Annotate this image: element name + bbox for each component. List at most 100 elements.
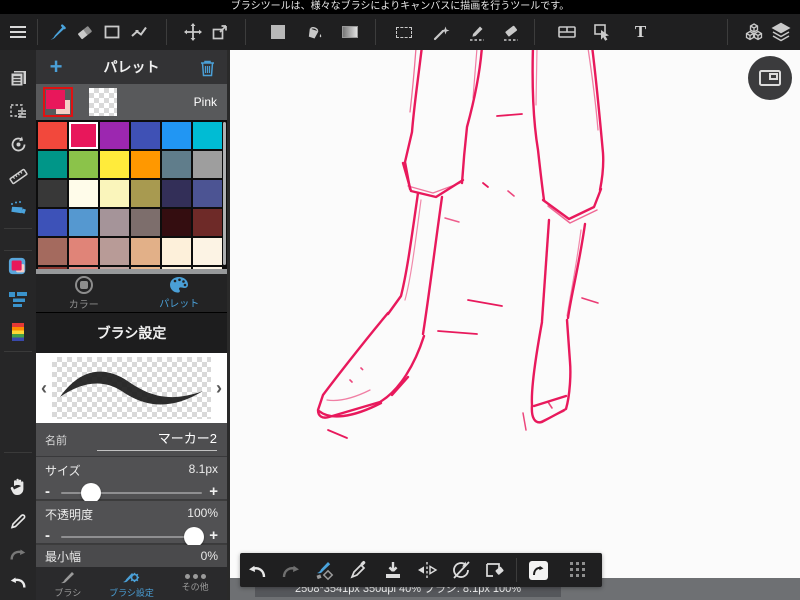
palette-scrollbar[interactable] xyxy=(223,122,226,265)
minwidth-row: 最小幅 0% xyxy=(36,545,227,567)
save-download-icon xyxy=(386,562,400,578)
clear-layer-button[interactable] xyxy=(478,553,512,587)
undo-button[interactable] xyxy=(8,572,28,592)
magic-wand-button[interactable] xyxy=(427,17,454,47)
prev-brush-button[interactable]: ‹ xyxy=(36,378,52,399)
size-slider-thumb[interactable] xyxy=(80,483,101,503)
tab-brush[interactable]: ブラシ xyxy=(36,567,100,600)
palette-swatch[interactable] xyxy=(100,209,129,236)
reset-rotation-button[interactable] xyxy=(444,553,478,587)
tab-color[interactable]: カラー xyxy=(36,274,132,312)
palette-list-button[interactable] xyxy=(8,289,28,309)
redo-button[interactable] xyxy=(8,544,28,564)
palette-swatch[interactable] xyxy=(131,180,160,207)
no-rotate-icon xyxy=(453,561,470,579)
palette-swatch[interactable] xyxy=(162,122,191,149)
eyedropper-button[interactable] xyxy=(342,553,376,587)
shape-tool-button[interactable] xyxy=(98,17,125,47)
pen-cursor-button[interactable] xyxy=(8,511,28,531)
toolbar-drag-handle[interactable] xyxy=(561,553,595,587)
tab-brush-settings[interactable]: ブラシ設定 xyxy=(100,567,164,600)
material-panel-button[interactable] xyxy=(740,17,767,47)
tab-other[interactable]: その他 xyxy=(163,567,227,600)
rectangle-icon xyxy=(104,25,119,39)
hand-tool-button[interactable] xyxy=(8,477,28,497)
quick-undo-button[interactable] xyxy=(240,553,274,587)
menu-button[interactable] xyxy=(4,17,31,47)
color-panel-button[interactable] xyxy=(8,256,28,276)
size-increase-button[interactable]: + xyxy=(209,481,218,503)
quick-redo-button[interactable] xyxy=(274,553,308,587)
palette-swatch[interactable] xyxy=(38,209,67,236)
brush-name-value[interactable]: マーカー2 xyxy=(97,428,217,451)
select-eraser-button[interactable] xyxy=(497,17,524,47)
palette-swatch[interactable] xyxy=(162,209,191,236)
reset-rotation-button[interactable] xyxy=(8,134,28,154)
navigator-button[interactable] xyxy=(748,56,792,100)
palette-swatch[interactable] xyxy=(131,122,160,149)
palette-swatch[interactable] xyxy=(69,238,98,265)
eraser-tool-button[interactable] xyxy=(71,17,98,47)
airbrush-button[interactable] xyxy=(8,199,28,219)
opacity-slider-track[interactable] xyxy=(61,527,204,547)
layers-panel-button[interactable] xyxy=(767,17,794,47)
move-tool-button[interactable] xyxy=(179,17,206,47)
brush-tool-button[interactable] xyxy=(44,17,71,47)
palette-swatch[interactable] xyxy=(38,122,67,149)
palette-swatch[interactable] xyxy=(38,238,67,265)
material-shortcut-button[interactable] xyxy=(521,553,555,587)
gradient-map-button[interactable] xyxy=(8,322,28,342)
drawing-canvas[interactable]: 2508*3541px 350dpi 40% ブラシ: 8.1px 100% xyxy=(230,50,800,600)
brush-select-toggle-button[interactable] xyxy=(308,553,342,587)
palette-swatch[interactable] xyxy=(162,238,191,265)
pages-button[interactable] xyxy=(8,68,28,88)
transform-tool-button[interactable] xyxy=(206,17,233,47)
current-color-swatch[interactable] xyxy=(43,87,73,117)
object-select-button[interactable] xyxy=(588,17,615,47)
palette-swatch[interactable] xyxy=(193,238,222,265)
ruler-button[interactable] xyxy=(8,166,28,186)
opacity-slider-thumb[interactable] xyxy=(183,527,204,547)
fill-color-button[interactable] xyxy=(264,17,291,47)
panel-layout-button[interactable] xyxy=(553,17,580,47)
gradient-tool-button[interactable] xyxy=(336,17,363,47)
palette-swatch[interactable] xyxy=(69,209,98,236)
next-brush-button[interactable]: › xyxy=(211,378,227,399)
palette-swatch[interactable] xyxy=(100,122,129,149)
palette-swatch[interactable] xyxy=(69,151,98,178)
transparent-color-swatch[interactable] xyxy=(89,88,117,116)
flip-horizontal-button[interactable] xyxy=(410,553,444,587)
palette-swatch[interactable] xyxy=(38,180,67,207)
select-tool-button[interactable] xyxy=(390,17,417,47)
size-decrease-button[interactable]: - xyxy=(45,481,50,503)
palette-swatch[interactable] xyxy=(69,122,98,149)
select-menu-button[interactable] xyxy=(8,101,28,121)
palette-swatch[interactable] xyxy=(131,151,160,178)
palette-swatch[interactable] xyxy=(193,209,222,236)
palette-swatch[interactable] xyxy=(193,151,222,178)
palette-swatch[interactable] xyxy=(162,180,191,207)
palette-swatch[interactable] xyxy=(131,209,160,236)
select-pen-button[interactable] xyxy=(463,17,490,47)
tab-palette[interactable]: パレット xyxy=(132,274,228,312)
palette-swatch[interactable] xyxy=(100,180,129,207)
text-tool-button[interactable]: T xyxy=(627,17,654,47)
paint-bucket-icon xyxy=(308,27,321,39)
size-slider-track[interactable] xyxy=(61,483,202,503)
palette-swatch[interactable] xyxy=(131,238,160,265)
save-button[interactable] xyxy=(376,553,410,587)
palette-swatch[interactable] xyxy=(100,151,129,178)
palette-swatch[interactable] xyxy=(193,180,222,207)
add-palette-color-button[interactable]: + xyxy=(36,52,76,82)
opacity-increase-button[interactable]: + xyxy=(209,525,218,547)
opacity-decrease-button[interactable]: - xyxy=(45,525,50,547)
palette-swatch[interactable] xyxy=(38,151,67,178)
delete-palette-color-button[interactable] xyxy=(187,58,227,77)
bucket-tool-button[interactable] xyxy=(300,17,327,47)
palette-swatch[interactable] xyxy=(100,238,129,265)
curve-tool-button[interactable] xyxy=(125,17,152,47)
palette-swatch[interactable] xyxy=(69,180,98,207)
palette-swatch[interactable] xyxy=(162,151,191,178)
palette-swatch[interactable] xyxy=(193,122,222,149)
divider xyxy=(37,19,38,45)
